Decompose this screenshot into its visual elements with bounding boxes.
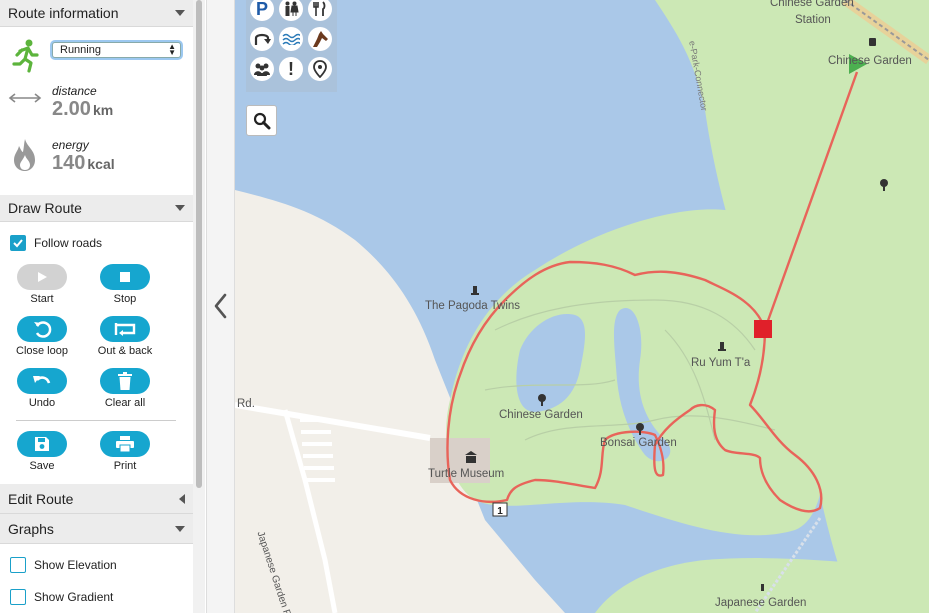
map-label-station: Station — [795, 14, 831, 26]
route-information-panel: Running ▲ ▼ distance 2.00 km energy 140 kca… — [0, 27, 193, 195]
graphs-header[interactable]: Graphs — [0, 514, 193, 544]
warning-icon[interactable]: ! — [279, 57, 303, 81]
print-label: Print — [113, 460, 137, 472]
u-turn-icon[interactable] — [250, 27, 274, 51]
checkbox-checked-icon — [10, 235, 26, 251]
route-information-title: Route information — [8, 5, 119, 21]
map-label-turtle-museum: Turtle Museum — [428, 468, 505, 480]
activity-select-value: Running — [60, 44, 101, 56]
distance-value: 2.00 — [52, 98, 91, 120]
loop-icon — [34, 321, 52, 338]
map-label-ru-yum-ta: Ru Yum T'a — [691, 357, 751, 369]
follow-roads-label: Follow roads — [34, 236, 103, 250]
collapse-triangle-icon — [175, 525, 185, 532]
start-button[interactable] — [17, 264, 67, 290]
undo-button[interactable] — [17, 368, 67, 394]
checkbox-unchecked-icon — [10, 557, 26, 573]
undo-icon — [33, 376, 51, 384]
undo-label: Undo — [28, 397, 56, 409]
draw-route-panel: Follow roads Start Stop Close loop Out &… — [0, 222, 193, 484]
clear-all-button[interactable] — [100, 368, 150, 394]
flame-icon — [14, 139, 35, 171]
start-label: Start — [30, 293, 54, 305]
energy-readout: 140 kcal — [52, 152, 115, 175]
trash-icon — [118, 372, 132, 390]
toilets-icon[interactable] — [279, 0, 303, 21]
out-back-button[interactable] — [100, 316, 150, 342]
draw-route-title: Draw Route — [8, 200, 82, 216]
show-elevation-checkbox[interactable]: Show Elevation — [10, 557, 117, 573]
route-km-marker-label: 1 — [497, 506, 503, 517]
distance-label: distance — [52, 84, 97, 98]
close-loop-label: Close loop — [16, 345, 68, 357]
map-label-chinese-garden-top: Chinese Garden — [828, 55, 912, 67]
energy-value: 140 — [52, 152, 86, 174]
clear-all-label: Clear all — [104, 397, 146, 409]
restaurant-icon[interactable] — [308, 0, 332, 21]
map-label-station-name: Chinese Garden — [770, 0, 854, 9]
distance-unit: km — [92, 102, 114, 118]
poi-filter-panel: P ! — [246, 0, 337, 92]
map-canvas[interactable]: 1 — [235, 0, 929, 613]
location-pin-icon[interactable] — [308, 57, 332, 81]
play-icon — [38, 272, 47, 282]
out-back-label: Out & back — [97, 345, 153, 357]
sidebar: Route information Running ▲ ▼ distance 2.… — [0, 0, 193, 613]
close-loop-button[interactable] — [17, 316, 67, 342]
search-icon — [253, 112, 270, 129]
map-view[interactable]: 1 Chinese Garden Station Chinese Garden … — [235, 0, 929, 613]
group-icon[interactable] — [250, 57, 274, 81]
show-gradient-label: Show Gradient — [34, 590, 114, 604]
route-end-marker — [754, 320, 772, 338]
printer-icon — [116, 436, 134, 452]
map-label-road: Rd. — [237, 398, 255, 410]
water-icon[interactable] — [279, 27, 303, 51]
collapse-triangle-icon — [175, 205, 185, 211]
show-elevation-label: Show Elevation — [34, 558, 117, 572]
energy-label: energy — [52, 138, 89, 152]
station-icon — [869, 38, 876, 46]
map-search-button[interactable] — [246, 105, 277, 136]
chevron-left-icon[interactable] — [213, 292, 229, 320]
parking-icon[interactable]: P — [250, 0, 274, 21]
distance-readout: 2.00 km — [52, 98, 113, 121]
save-button[interactable] — [17, 431, 67, 457]
map-label-japanese-garden: Japanese Garden — [715, 597, 807, 609]
expand-triangle-icon — [179, 493, 185, 504]
collapse-triangle-icon — [175, 10, 185, 16]
sidebar-scrollbar-thumb[interactable] — [196, 0, 202, 488]
map-label-pagoda-twins: The Pagoda Twins — [425, 300, 521, 312]
activity-select[interactable]: Running ▲ ▼ — [52, 42, 181, 58]
monument-icon — [761, 584, 764, 591]
save-label: Save — [29, 460, 55, 472]
show-gradient-checkbox[interactable]: Show Gradient — [10, 589, 113, 605]
follow-roads-checkbox[interactable]: Follow roads — [10, 235, 102, 251]
sidebar-collapse-strip[interactable] — [206, 0, 235, 613]
stop-icon — [120, 272, 130, 282]
route-information-header[interactable]: Route information — [0, 0, 193, 27]
floppy-disk-icon — [35, 437, 49, 451]
graphs-panel: Show Elevation Show Gradient — [0, 544, 193, 613]
stop-button[interactable] — [100, 264, 150, 290]
checkbox-unchecked-icon — [10, 589, 26, 605]
draw-route-header[interactable]: Draw Route — [0, 195, 193, 222]
distance-arrow-icon — [8, 93, 42, 103]
map-label-chinese-garden-center: Chinese Garden — [499, 409, 583, 421]
edit-route-header[interactable]: Edit Route — [0, 484, 193, 514]
draw-route-divider — [16, 420, 176, 421]
out-back-icon — [114, 323, 136, 336]
monument-icon — [471, 286, 479, 295]
stop-label: Stop — [113, 293, 137, 305]
map-label-bonsai-garden: Bonsai Garden — [600, 437, 677, 449]
runner-icon — [12, 39, 39, 73]
edit-route-title: Edit Route — [8, 490, 74, 507]
graphs-title: Graphs — [8, 520, 54, 537]
horse-icon[interactable] — [308, 27, 332, 51]
energy-unit: kcal — [87, 156, 115, 172]
print-button[interactable] — [100, 431, 150, 457]
select-arrows-icon: ▲ ▼ — [168, 42, 176, 57]
